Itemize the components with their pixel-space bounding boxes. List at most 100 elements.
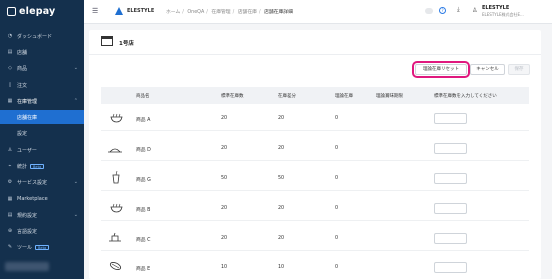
store-icon — [101, 36, 113, 46]
standard-stock: 20 — [221, 206, 228, 211]
chart-icon: ⌁ — [8, 163, 12, 169]
sidebar-item-marketplace[interactable]: ▦ Marketplace — [0, 192, 84, 206]
chevron-down-icon: ⌄ — [73, 65, 78, 71]
stock-diff: 50 — [278, 176, 285, 181]
standard-stock-input[interactable] — [434, 113, 467, 124]
sidebar-item-stats[interactable]: ⌁ 統計 Beta — [0, 159, 84, 173]
sidebar-item-label: 設定 — [17, 130, 28, 137]
dish-icon — [108, 148, 122, 153]
standard-stock: 50 — [221, 176, 228, 181]
product-name: 商品 A — [136, 118, 151, 123]
theoretical-stock: 0 — [335, 265, 339, 270]
sidebar-item-label: 規約設定 — [17, 212, 38, 219]
grid-icon: ▦ — [7, 196, 13, 202]
sidebar-item-service-settings[interactable]: ⚙ サービス設定 ⌄ — [0, 175, 84, 189]
beta-badge: Beta — [35, 244, 50, 250]
tag-icon: ◇ — [8, 65, 12, 71]
bowl-icon — [110, 203, 123, 213]
column-header-name: 商品名 — [136, 94, 150, 99]
sidebar-item-label: 商品 — [17, 65, 28, 72]
standard-stock-input[interactable] — [434, 173, 467, 184]
app: elepay ◔ ダッシュボード ▤ 店舗 ◇ 商品 ⌄ ▯ 注文 ▦ 在庫管理 ⌃ 店舗在庫… — [0, 0, 552, 279]
beta-badge: Beta — [30, 163, 45, 169]
standard-stock-input[interactable] — [434, 203, 467, 214]
standard-stock: 20 — [221, 236, 228, 241]
sidebar-item-dashboard[interactable]: ◔ ダッシュボード — [0, 29, 84, 43]
product-name: 商品 B — [136, 208, 151, 213]
breadcrumb-inventory[interactable]: 在庫管理 — [211, 10, 230, 15]
sidebar-item-tools[interactable]: ✎ ツール Beta — [0, 240, 84, 254]
logo[interactable]: elepay — [7, 5, 55, 17]
theoretical-stock: 0 — [335, 116, 339, 121]
sushi-icon — [109, 262, 122, 270]
download-icon[interactable]: ⤓ — [457, 6, 460, 14]
chevron-down-icon: ⌄ — [73, 179, 78, 185]
column-header-standard: 標準在庫数 — [221, 94, 244, 99]
cup-icon — [112, 171, 120, 184]
sidebar-item-language[interactable]: ⊕ 言語設定 — [0, 224, 84, 238]
blurred-account-area — [5, 262, 49, 271]
sidebar-item-label: 店舗在庫 — [17, 114, 38, 121]
brand-logo-icon — [115, 7, 123, 15]
save-button[interactable]: 保存 — [508, 64, 530, 75]
logo-text: elepay — [19, 5, 56, 17]
divider — [89, 54, 541, 55]
stock-diff: 20 — [278, 116, 285, 121]
product-name: 商品 C — [136, 238, 151, 243]
breadcrumb-home[interactable]: ホーム — [166, 10, 180, 15]
product-name: 商品 E — [136, 267, 151, 272]
standard-stock: 20 — [221, 146, 228, 151]
standard-stock-input[interactable] — [434, 143, 467, 154]
breadcrumb-current: 店舗在庫詳細 — [264, 10, 293, 15]
brand-name: ELESTYLE — [127, 8, 155, 14]
boxes-icon: ▦ — [7, 98, 13, 104]
stock-diff: 20 — [278, 146, 285, 151]
product-name: 商品 D — [136, 148, 151, 153]
sidebar-item-label: ダッシュボード — [17, 33, 53, 40]
theoretical-stock: 0 — [335, 206, 339, 211]
menu-toggle-icon[interactable]: ☰ — [92, 7, 100, 15]
standard-stock: 10 — [221, 265, 228, 270]
stock-diff: 20 — [278, 206, 285, 211]
breadcrumb: ホーム / OneQA / 在庫管理 / 店舗在庫 / 店舗在庫詳細 — [166, 10, 293, 15]
standard-stock-input[interactable] — [434, 262, 467, 273]
user-icon[interactable]: ♙ — [472, 7, 480, 15]
sidebar-item-terms[interactable]: ▤ 規約設定 ⌄ — [0, 208, 84, 222]
user-company: ELESTYLE株式会社E... — [482, 12, 524, 17]
standard-stock-input[interactable] — [434, 233, 467, 244]
breadcrumb-store-inventory[interactable]: 店舗在庫 — [238, 10, 257, 15]
toggle-icon[interactable] — [425, 8, 433, 14]
user-name[interactable]: ELESTYLE — [482, 5, 509, 11]
cancel-button[interactable]: キャンセル — [470, 64, 505, 75]
gear-icon: ⚙ — [7, 179, 13, 185]
sidebar-item-label: 在庫管理 — [17, 98, 38, 105]
sidebar-item-store-inventory[interactable]: 店舗在庫 — [0, 110, 84, 124]
standard-stock: 20 — [221, 116, 228, 121]
file-icon: ▤ — [7, 212, 13, 218]
theoretical-stock: 0 — [335, 146, 339, 151]
document-icon: ▯ — [8, 82, 12, 88]
sidebar: elepay ◔ ダッシュボード ▤ 店舗 ◇ 商品 ⌄ ▯ 注文 ▦ 在庫管理 ⌃ 店舗在庫… — [0, 0, 84, 279]
chevron-down-icon: ⌄ — [73, 212, 78, 218]
sidebar-item-label: 店舗 — [17, 49, 28, 56]
sidebar-item-stores[interactable]: ▤ 店舗 — [0, 45, 84, 59]
sidebar-item-label: ユーザー — [17, 147, 37, 154]
sidebar-item-inventory[interactable]: ▦ 在庫管理 ⌃ — [0, 94, 84, 108]
sidebar-item-orders[interactable]: ▯ 注文 — [0, 78, 84, 92]
sidebar-item-label: Marketplace — [17, 196, 48, 202]
globe-icon: ⊕ — [7, 228, 13, 234]
stock-diff: 20 — [278, 236, 285, 241]
column-header-diff: 在庫差分 — [278, 94, 296, 99]
sidebar-item-inventory-settings[interactable]: 設定 — [0, 126, 84, 140]
dish-icon — [109, 232, 121, 242]
help-icon[interactable]: ? — [439, 7, 446, 14]
sidebar-item-label: 統計 — [17, 163, 28, 170]
sidebar-item-products[interactable]: ◇ 商品 ⌄ — [0, 61, 84, 75]
user-icon: ♙ — [7, 147, 13, 153]
reset-theoretical-stock-button[interactable]: 理論在庫リセット — [415, 64, 467, 75]
product-name: 商品 G — [136, 178, 151, 183]
bowl-icon — [110, 113, 123, 123]
sidebar-item-users[interactable]: ♙ ユーザー — [0, 143, 84, 157]
sidebar-item-label: サービス設定 — [17, 179, 48, 186]
breadcrumb-oneqa[interactable]: OneQA — [187, 10, 204, 15]
